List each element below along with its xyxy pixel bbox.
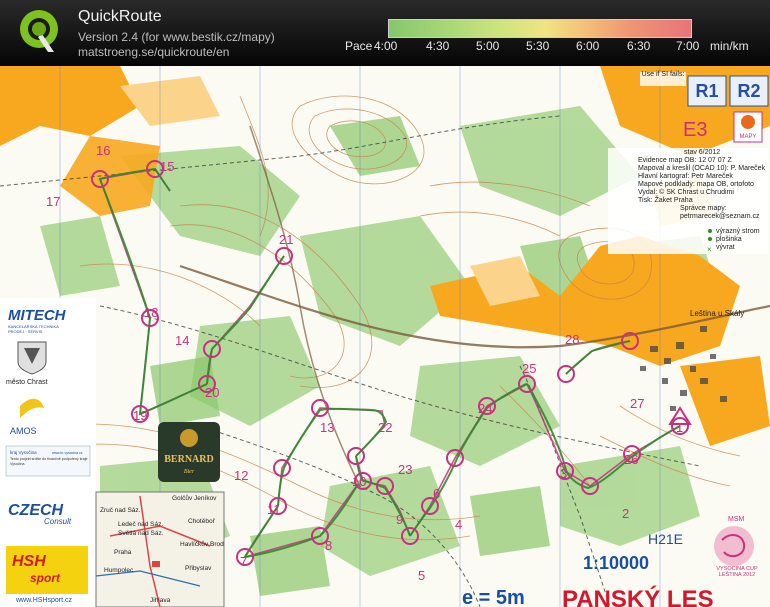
inset-town: Chotěboř (188, 518, 216, 525)
stav-text: stav 6/2012 (684, 149, 720, 156)
pace-scale-labels: Pace 4:00 4:30 5:00 5:30 6:00 6:30 7:00 … (340, 39, 760, 55)
pace-label: Pace (345, 39, 373, 53)
sponsor-kraj: kraj Vysočina www.kr-vysocina.cz Tento p… (5, 445, 91, 477)
control-label: 26 (624, 452, 638, 467)
legend-item: výrazný strom (716, 228, 760, 235)
pace-tick: 4:00 (374, 39, 398, 53)
control-label: 16 (96, 143, 110, 158)
scale-label: 1:10000 (583, 553, 649, 573)
kraj-label: kraj Vysočina (10, 450, 37, 455)
hsh-sub: sport (30, 571, 61, 585)
hsh-logo: HSH (12, 553, 46, 570)
pace-tick: 6:30 (627, 39, 651, 53)
czech-sub: Consult (44, 517, 72, 526)
control-label: 20 (205, 385, 219, 400)
control-label: 2 (622, 506, 629, 521)
cup-logo-icon (714, 526, 754, 566)
orienteering-map[interactable]: 1 2 3 4 5 6 7 8 9 10 11 12 13 14 15 16 1… (0, 66, 770, 607)
vyvrat-icon: × (707, 245, 712, 254)
pace-unit: min/km (710, 39, 749, 53)
control-label: 18 (144, 305, 158, 320)
control-label: 9 (396, 512, 403, 527)
kraj-url: www.kr-vysocina.cz (52, 451, 83, 455)
vydal-text: Vydal: © SK Chrast u Chrudimi (638, 188, 734, 196)
control-label: 24 (478, 401, 492, 416)
app-title: QuickRoute (78, 8, 162, 25)
evidence-text: Evidence map OB: 12 07 07 Z (638, 157, 732, 164)
control-label: 14 (175, 333, 189, 348)
pace-tick: 4:30 (426, 39, 450, 53)
tisk-text: Tisk: Žaket Praha (638, 195, 693, 204)
control-label: 8 (325, 538, 332, 553)
mitech-logo: MITECH (8, 307, 67, 324)
r1-label: R1 (695, 81, 718, 101)
app-header: QuickRoute Version 2.4 (for www.bestik.c… (0, 0, 770, 66)
control-label: 1 (676, 420, 683, 435)
inset-town: Světlá nad Sáz. (118, 530, 164, 537)
r2-label: R2 (737, 81, 760, 101)
mitech-sub2: PRODEJ · SERVIS (8, 329, 43, 334)
pace-color-scale (388, 19, 692, 38)
podklady-text: Mapové podklady: mapa OB, ortofoto (638, 181, 754, 188)
hsh-url: www.HSHsport.cz (15, 597, 73, 604)
bernard-sub: Bier (184, 469, 195, 475)
bernard-crest-icon (180, 429, 198, 447)
chrast-label: město Chrast (6, 379, 48, 386)
amos-label: AMOS (10, 426, 37, 436)
contour-interval: e = 5m (462, 587, 525, 607)
control-label: 22 (378, 420, 392, 435)
inset-town: Golčův Jeníkov (172, 494, 217, 502)
legend-item: plošinka (716, 236, 742, 243)
quickroute-logo-icon (20, 10, 58, 52)
control-label: 21 (279, 232, 293, 247)
pace-tick: 7:00 (676, 39, 700, 53)
control-label: 25 (522, 361, 536, 376)
app-version: Version 2.4 (for www.bestik.cz/mapy) (78, 30, 275, 44)
mapy-logo-text: MAPY (739, 134, 756, 140)
inset-town: Humpolec (104, 567, 134, 574)
hlavni-text: Hlavní kartograf: Petr Mareček (638, 173, 733, 180)
control-label: 6 (433, 486, 440, 501)
control-label: 19 (133, 408, 147, 423)
pace-tick: 5:00 (476, 39, 500, 53)
control-label: 23 (398, 462, 412, 477)
control-label: 28 (565, 332, 579, 347)
village-label: Leština u Skály (690, 309, 744, 318)
control-label: 11 (267, 502, 281, 517)
control-label: 5 (418, 568, 425, 583)
inset-town: Zruč nad Sáz. (100, 507, 141, 514)
control-label: 3 (560, 466, 567, 481)
legend-item: vývrat (716, 244, 735, 251)
app-url: matstroeng.se/quickroute/en (78, 45, 230, 59)
control-label: 17 (46, 194, 60, 209)
inset-town: Havlíčkův Brod (180, 540, 224, 548)
mapoval-text: Mapoval a kreslil (OCAD 10): P. Mareček (638, 165, 766, 172)
control-label: 15 (160, 159, 174, 174)
inset-town: Jihlava (150, 597, 171, 604)
control-label: 10 (352, 474, 366, 489)
control-label: 13 (320, 420, 334, 435)
cup-text: VYSOČINA CUP LEŠTINA 2012 (716, 566, 758, 578)
kraj-text: Tento projekt srdiše do finančně podpoře… (10, 457, 88, 466)
map-title: PANSKÝ LES (562, 585, 714, 607)
control-label: 12 (234, 468, 248, 483)
use-si-label: Use if SI fails: (642, 71, 685, 78)
control-label: 27 (630, 396, 644, 411)
pace-tick: 6:00 (576, 39, 600, 53)
map-canvas[interactable]: 1 2 3 4 5 6 7 8 9 10 11 12 13 14 15 16 1… (0, 66, 770, 607)
email-text: petrmarecek@seznam.cz (680, 213, 760, 220)
control-label: 4 (455, 517, 462, 532)
inset-town: Přibyslav (185, 565, 212, 572)
bernard-logo: BERNARD (164, 454, 213, 465)
sponsor-bernard: BERNARD Bier (158, 422, 220, 482)
control-label: 7 (240, 554, 247, 569)
class-label: H21E (648, 531, 683, 547)
inset-town: Ledeč nad Sáz. (118, 521, 163, 528)
spravce-text: Správce mapy: (680, 205, 727, 212)
map-code: E3 (683, 119, 707, 141)
cup-msm: MSM (728, 516, 745, 523)
inset-location-map: Golčův Jeníkov Zruč nad Sáz. Ledeč nad S… (95, 491, 225, 607)
pace-tick: 5:30 (526, 39, 550, 53)
inset-town: Praha (114, 549, 132, 556)
